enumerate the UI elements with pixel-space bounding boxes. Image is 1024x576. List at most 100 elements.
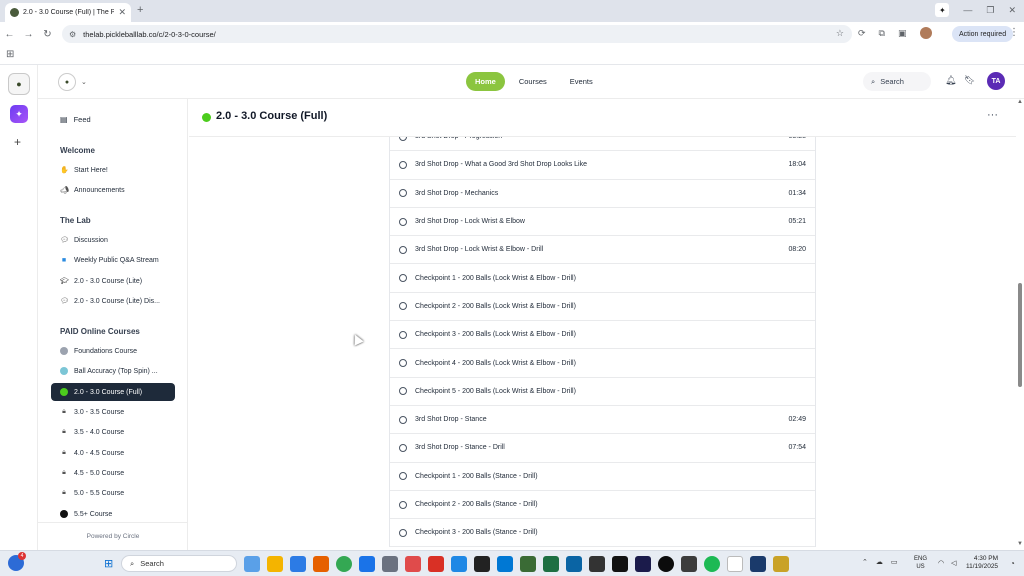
ai-sparkle-icon[interactable]: ✦ [10, 105, 28, 123]
lesson-row[interactable]: 3rd Shot Drop - What a Good 3rd Shot Dro… [390, 151, 815, 180]
window-close-icon[interactable]: ✕ [1008, 5, 1016, 16]
completion-circle-icon[interactable] [399, 387, 407, 396]
address-bar[interactable]: ⚙ thelab.pickleballlab.co/c/2-0-3-0-cour… [62, 25, 852, 43]
display-icon[interactable]: ▭ [891, 558, 898, 566]
more-options-icon[interactable]: ··· [987, 109, 998, 121]
sidebar-item-course-4-5[interactable]: 🔒︎ 4.5 - 5.0 Course [51, 464, 175, 482]
lesson-row[interactable]: 3rd Shot Drop - Stance 02:49 [390, 406, 815, 435]
completion-circle-icon[interactable] [399, 528, 407, 537]
lesson-row[interactable]: Checkpoint 2 - 200 Balls (Stance - Drill… [390, 491, 815, 520]
completion-circle-icon[interactable] [399, 330, 407, 339]
sidebar-item-course-3-0[interactable]: 🔒︎ 3.0 - 3.5 Course [51, 403, 175, 421]
volume-icon[interactable]: ◁ [951, 559, 956, 567]
bookmarks-icon[interactable]: 🔖︎ [964, 75, 975, 86]
sidebar-item-course-5-5[interactable]: 5.5+ Course [51, 505, 175, 523]
github-app-icon[interactable] [658, 556, 674, 572]
lesson-row[interactable]: Checkpoint 3 - 200 Balls (Lock Wrist & E… [390, 321, 815, 350]
completion-circle-icon[interactable] [399, 443, 407, 452]
notifications-bell-icon[interactable]: 🔔︎ [945, 75, 956, 86]
completion-circle-icon[interactable] [399, 415, 407, 424]
sidebar-item-foundations[interactable]: Foundations Course [51, 342, 175, 360]
forward-arrow-icon[interactable]: → [19, 29, 38, 40]
sidebar-item-start-here[interactable]: ✋ Start Here! [51, 161, 175, 179]
taskbar-search[interactable]: ⌕ Search [121, 555, 237, 572]
browser-menu-icon[interactable]: ⋮ [1009, 27, 1019, 38]
reload-icon[interactable]: ↻ [38, 29, 57, 40]
completion-circle-icon[interactable] [399, 160, 407, 169]
scroll-down-arrow-icon[interactable]: ▼ [1017, 541, 1023, 547]
language-indicator[interactable]: ENG US [914, 555, 927, 571]
obs-app-icon[interactable] [589, 556, 605, 572]
sidebar-item-course-full[interactable]: 2.0 - 3.0 Course (Full) [51, 383, 175, 401]
excel-app-icon[interactable] [543, 556, 559, 572]
sidebar-item-course-lite[interactable]: 🎓︎ 2.0 - 3.0 Course (Lite) [51, 272, 175, 290]
vim-app-icon[interactable] [474, 556, 490, 572]
notes-app-icon[interactable] [773, 556, 789, 572]
close-icon[interactable]: ✕ [118, 7, 126, 18]
completion-circle-icon[interactable] [399, 500, 407, 509]
capcut-app-icon[interactable] [612, 556, 628, 572]
back-arrow-icon[interactable]: ← [0, 29, 19, 40]
slides-app-icon[interactable] [428, 556, 444, 572]
lesson-row[interactable]: Checkpoint 5 - 200 Balls (Lock Wrist & E… [390, 378, 815, 406]
reading-refresh-icon[interactable]: ⟳ [858, 28, 866, 39]
sidebar-item-course-lite-discussion[interactable]: 💬︎ 2.0 - 3.0 Course (Lite) Dis... [51, 292, 175, 310]
sidebar-heading-welcome[interactable]: Welcome [60, 146, 95, 155]
file-explorer-app-icon[interactable] [267, 556, 283, 572]
nav-events[interactable]: Events [561, 72, 602, 91]
browser-tab[interactable]: 2.0 - 3.0 Course (Full) | The Pickl ✕ [5, 3, 131, 22]
powered-by-circle[interactable]: Powered by Circle [38, 533, 188, 540]
extensions-puzzle-icon[interactable]: ⧉ [879, 28, 885, 39]
completion-circle-icon[interactable] [399, 189, 407, 198]
sidebar-heading-paid-courses[interactable]: PAID Online Courses [60, 327, 140, 336]
lesson-row[interactable]: Checkpoint 4 - 200 Balls (Lock Wrist & E… [390, 349, 815, 378]
edge-app-icon[interactable] [290, 556, 306, 572]
lesson-row[interactable]: Checkpoint 1 - 200 Balls (Lock Wrist & E… [390, 264, 815, 293]
restore-icon[interactable]: ❐ [986, 5, 994, 16]
onedrive-icon[interactable]: ☁ [876, 558, 883, 566]
terminal-app-icon[interactable] [681, 556, 697, 572]
search-button[interactable]: ⌕ Search [863, 72, 931, 91]
app-icon[interactable] [635, 556, 651, 572]
outlook-app-icon[interactable] [566, 556, 582, 572]
sidebar-item-feed[interactable]: ▤ Feed [60, 115, 91, 124]
community-logo-icon[interactable]: ● [8, 73, 30, 95]
wifi-icon[interactable]: ◠ [938, 559, 944, 567]
site-info-icon[interactable]: ⚙ [69, 30, 76, 39]
lesson-row[interactable]: Checkpoint 3 - 200 Balls (Stance - Drill… [390, 519, 815, 548]
lesson-row[interactable]: 3rd Shot Drop - Lock Wrist & Elbow 05:21 [390, 208, 815, 237]
firefox-app-icon[interactable] [313, 556, 329, 572]
gemini-sparkle-icon[interactable]: ✦ [935, 3, 950, 17]
apps-grid-icon[interactable]: ⊞ [6, 49, 14, 60]
action-required-button[interactable]: Action required [952, 26, 1014, 42]
completion-circle-icon[interactable] [399, 217, 407, 226]
chevron-up-icon[interactable]: ⌃ [862, 558, 868, 566]
scrollbar-thumb[interactable] [1018, 283, 1022, 387]
add-community-plus-icon[interactable]: + [14, 135, 21, 149]
sidebar-item-weekly-qa[interactable]: ■ Weekly Public Q&A Stream [51, 251, 175, 269]
sidebar-item-ball-accuracy[interactable]: Ball Accuracy (Top Spin) ... [51, 362, 175, 380]
scroll-up-arrow-icon[interactable]: ▲ [1017, 99, 1023, 105]
profile-avatar[interactable] [919, 27, 932, 39]
sidebar-item-course-4-0[interactable]: 🔒︎ 4.0 - 4.5 Course [51, 444, 175, 462]
nav-home[interactable]: Home [466, 72, 505, 91]
minimize-icon[interactable]: — [963, 5, 972, 15]
spotify-app-icon[interactable] [704, 556, 720, 572]
new-tab-plus-icon[interactable]: + [137, 4, 143, 16]
sidebar-item-announcements[interactable]: 📣︎ Announcements [51, 181, 175, 199]
user-avatar[interactable]: TA [987, 72, 1005, 90]
completion-circle-icon[interactable] [399, 359, 407, 368]
lesson-row[interactable]: 3rd Shot Drop - Mechanics 01:34 [390, 180, 815, 208]
sidebar-item-course-3-5[interactable]: 🔒︎ 3.5 - 4.0 Course [51, 423, 175, 441]
active-app-icon[interactable] [405, 556, 421, 572]
brand-switcher[interactable]: ● ⌄ [58, 73, 87, 91]
completion-circle-icon[interactable] [399, 302, 407, 311]
bookmark-star-icon[interactable]: ☆ [836, 28, 844, 39]
vpn-app-icon[interactable] [750, 556, 766, 572]
lesson-row[interactable]: Checkpoint 1 - 200 Balls (Stance - Drill… [390, 463, 815, 491]
vscode-app-icon[interactable] [497, 556, 513, 572]
copilot-app-icon[interactable] [244, 556, 260, 572]
sidebar-item-course-5-0[interactable]: 🔒︎ 5.0 - 5.5 Course [51, 484, 175, 502]
chrome-app-icon[interactable] [336, 556, 352, 572]
calendar-app-icon[interactable] [359, 556, 375, 572]
